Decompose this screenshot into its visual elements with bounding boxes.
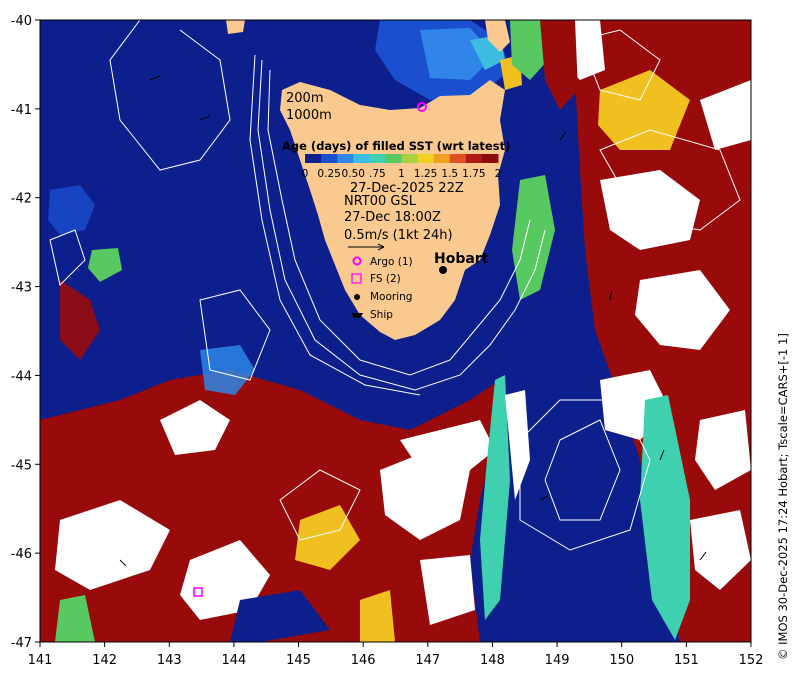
- x-axis: 141 142 143 144 145 146 147 148 149 150 151 152: [28, 642, 764, 668]
- colorbar-tick-label: 1.75: [462, 168, 485, 180]
- colorbar-segment: [417, 154, 435, 163]
- current-date: 27-Dec 18:00Z: [344, 210, 441, 225]
- colorbar-segment: [449, 154, 467, 163]
- y-tick-label: -41: [11, 103, 32, 118]
- y-axis: -40 -41 -42 -43 -44 -45 -46 -47: [11, 14, 40, 651]
- king-island: [226, 20, 245, 34]
- colorbar-segment: [385, 154, 402, 163]
- colorbar-segment: [401, 154, 419, 163]
- colorbar-segment: [481, 154, 499, 163]
- x-tick-label: 150: [609, 653, 634, 668]
- depth-label-1000: 1000m: [286, 108, 332, 123]
- x-tick-label: 148: [480, 653, 505, 668]
- x-tick-label: 152: [739, 653, 764, 668]
- colorbar-tick-label: .75: [369, 168, 386, 180]
- vector-scale-label: 0.5m/s (1kt 24h): [344, 228, 453, 243]
- colorbar-segment: [337, 154, 354, 163]
- credit-text: © IMOS 30-Dec-2025 17:24 Hobart; Tscale=…: [776, 333, 790, 660]
- colorbar-tick-label: 0.25: [317, 168, 340, 180]
- x-tick-label: 141: [28, 653, 53, 668]
- x-tick-label: 143: [157, 653, 182, 668]
- colorbar-segment: [369, 154, 386, 163]
- x-tick-label: 145: [286, 653, 311, 668]
- colorbar-segment: [433, 154, 451, 163]
- colorbar-segment: [465, 154, 483, 163]
- colorbar-tick-label: 1: [398, 168, 405, 180]
- colorbar-segment: [353, 154, 370, 163]
- legend-fs-label: FS (2): [370, 273, 401, 285]
- x-tick-label: 146: [351, 653, 376, 668]
- colorbar-title: Age (days) of filled SST (wrt latest): [282, 139, 510, 153]
- legend-ship-label: Ship: [370, 309, 393, 321]
- mooring-legend-icon: [354, 294, 360, 300]
- y-tick-label: -45: [11, 458, 32, 473]
- map-plot-area: Hobart 200m 1000m Age (days) of filled S…: [40, 20, 751, 642]
- colorbar-tick-label: 0.50: [342, 168, 365, 180]
- current-source: NRT00 GSL: [344, 194, 417, 209]
- x-tick-label: 151: [674, 653, 699, 668]
- hobart-label: Hobart: [434, 251, 489, 267]
- y-tick-label: -46: [11, 547, 32, 562]
- colorbar: [305, 154, 499, 163]
- x-tick-label: 144: [221, 653, 246, 668]
- x-tick-label: 147: [415, 653, 440, 668]
- colorbar-segment: [305, 154, 322, 163]
- depth-label-200: 200m: [286, 91, 323, 106]
- y-tick-label: -44: [11, 369, 32, 384]
- sst-age-map: Hobart 200m 1000m Age (days) of filled S…: [11, 14, 764, 668]
- legend-argo-label: Argo (1): [370, 256, 413, 268]
- legend-mooring-label: Mooring: [370, 291, 412, 303]
- colorbar-tick-label: 1.5: [441, 168, 458, 180]
- colorbar-segment: [321, 154, 338, 163]
- x-tick-label: 142: [92, 653, 117, 668]
- y-tick-label: -47: [11, 636, 32, 651]
- colorbar-tick-label: 0: [302, 168, 309, 180]
- colorbar-tick-labels: 0 0.25 0.50 .75 1 1.25 1.5 1.75 2: [302, 168, 502, 180]
- y-tick-label: -42: [11, 192, 32, 207]
- colorbar-tick-label: 2: [495, 168, 502, 180]
- y-tick-label: -43: [11, 281, 32, 296]
- colorbar-tick-label: 1.25: [414, 168, 437, 180]
- hobart-marker: [439, 266, 447, 274]
- y-tick-label: -40: [11, 14, 32, 29]
- x-tick-label: 149: [545, 653, 570, 668]
